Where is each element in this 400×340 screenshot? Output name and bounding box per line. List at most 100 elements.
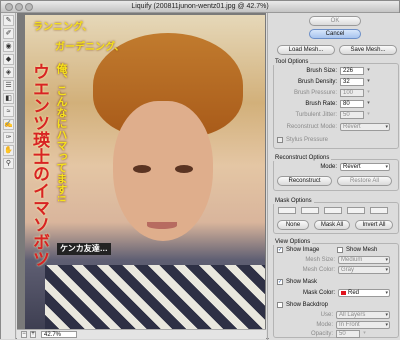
zoom-level-field[interactable]: 42.7% xyxy=(41,331,77,338)
reconstruct-mode-label: Reconstruct Mode: xyxy=(286,124,337,130)
reconstruct-mode-option-label: Mode: xyxy=(320,164,337,170)
reconstruct-icon[interactable]: ✐ xyxy=(3,28,14,39)
mask-color-label: Mask Color: xyxy=(302,290,335,296)
chevron-down-icon: ▾ xyxy=(385,124,388,130)
hand-icon[interactable]: ✋ xyxy=(3,145,14,156)
turbulence-icon[interactable]: ≈ xyxy=(3,106,14,117)
backdrop-mode-label: Mode: xyxy=(316,322,333,328)
invert-all-button[interactable]: Invert All xyxy=(355,220,393,230)
load-mesh-button[interactable]: Load Mesh... xyxy=(277,45,335,55)
tool-options-title: Tool Options xyxy=(273,59,311,65)
turbulent-jitter-arrow-icon[interactable]: ▾ xyxy=(365,111,372,119)
subtract-from-selection-icon[interactable] xyxy=(324,207,342,214)
reconstruct-button[interactable]: Reconstruct xyxy=(277,176,332,186)
chevron-down-icon: ▾ xyxy=(385,164,388,170)
backdrop-mode-value: In Front xyxy=(339,322,360,328)
opacity-arrow-icon[interactable]: ▾ xyxy=(361,330,368,338)
brush-rate-arrow-icon[interactable]: ▾ xyxy=(365,100,372,108)
cancel-button[interactable]: Cancel xyxy=(309,29,361,39)
opacity-field[interactable]: 50 xyxy=(336,330,360,338)
bloat-icon[interactable]: ◈ xyxy=(3,67,14,78)
backdrop-mode-select[interactable]: In Front ▾ xyxy=(336,321,390,329)
mirror-icon[interactable]: ◧ xyxy=(3,93,14,104)
zoom-bar: − + 42.7% xyxy=(17,329,266,339)
preview-canvas[interactable]: ランニング、 ガーデニング、 俺、こんなにハマってます!! ウエンツ瑛士のイマソ… xyxy=(17,13,266,329)
use-select[interactable]: All Layers ▾ xyxy=(336,311,390,319)
turbulent-jitter-field[interactable]: 50 xyxy=(340,111,364,119)
zoom-icon[interactable]: ⚲ xyxy=(3,158,14,169)
reconstruct-mode-value: Revert xyxy=(343,124,361,130)
chevron-down-icon: ▾ xyxy=(385,312,388,318)
face xyxy=(113,101,213,241)
thaw-mask-icon[interactable]: ✑ xyxy=(3,132,14,143)
invert-selection-icon[interactable] xyxy=(370,207,388,214)
brush-pressure-field[interactable]: 100 xyxy=(340,89,364,97)
mask-none-button[interactable]: None xyxy=(277,220,309,230)
forward-warp-icon[interactable]: ✎ xyxy=(3,15,14,26)
intersect-with-selection-icon[interactable] xyxy=(347,207,365,214)
save-mesh-button[interactable]: Save Mesh... xyxy=(339,45,397,55)
chevron-down-icon: ▾ xyxy=(385,267,388,273)
overlay-text-kenka: ケンカ友達… xyxy=(57,243,111,255)
brush-rate-label: Brush Rate: xyxy=(305,101,337,107)
show-mesh-checkbox[interactable] xyxy=(337,247,343,253)
reconstruct-option-mode-value: Revert xyxy=(343,164,361,170)
freeze-mask-icon[interactable]: ✍ xyxy=(3,119,14,130)
use-value: All Layers xyxy=(339,312,366,318)
mesh-size-value: Medium xyxy=(341,257,363,263)
close-window-icon[interactable] xyxy=(5,3,13,11)
zoom-out-button[interactable]: − xyxy=(21,331,27,338)
brush-rate-field[interactable]: 80 xyxy=(340,100,364,108)
replace-selection-icon[interactable] xyxy=(278,207,296,214)
brush-size-field[interactable]: 226 xyxy=(340,67,364,75)
restore-all-button[interactable]: Restore All xyxy=(337,176,392,186)
mesh-color-select[interactable]: Gray ▾ xyxy=(338,266,390,274)
brush-size-label: Brush Size: xyxy=(306,68,337,74)
zoom-in-button[interactable]: + xyxy=(30,331,36,338)
window-title: Liquify (200811junon-wentz01.jpg @ 42.7%… xyxy=(131,3,269,10)
overlay-text-running: ランニング、 xyxy=(33,22,93,33)
tools-palette: ✎ ✐ ◉ ◆ ◈ ☰ ◧ ≈ ✍ ✑ ✋ ⚲ xyxy=(1,13,16,339)
reconstruct-mode-select[interactable]: Revert ▾ xyxy=(340,123,390,131)
twirl-clockwise-icon[interactable]: ◉ xyxy=(3,41,14,52)
brush-density-arrow-icon[interactable]: ▾ xyxy=(365,78,372,86)
mesh-size-select[interactable]: Medium ▾ xyxy=(338,256,390,264)
mask-color-select[interactable]: Red ▾ xyxy=(338,289,390,297)
mask-all-button[interactable]: Mask All xyxy=(314,220,350,230)
panel-divider xyxy=(267,13,268,340)
options-panel: OK Cancel Load Mesh... Save Mesh... Tool… xyxy=(269,13,400,340)
overlay-text-gardening: ガーデニング、 xyxy=(55,42,125,53)
show-image-checkbox[interactable]: ✓ xyxy=(277,247,283,253)
title-bar: Liquify (200811junon-wentz01.jpg @ 42.7%… xyxy=(1,1,399,13)
overlay-text-hamatte: 俺、こんなにハマってます!! xyxy=(55,63,67,203)
mesh-color-value: Gray xyxy=(341,267,355,273)
liquify-window: Liquify (200811junon-wentz01.jpg @ 42.7%… xyxy=(0,0,400,340)
show-backdrop-checkbox[interactable] xyxy=(277,302,283,308)
show-mask-checkbox[interactable]: ✓ xyxy=(277,279,283,285)
reconstruct-option-mode-select[interactable]: Revert ▾ xyxy=(340,163,390,171)
mask-color-swatch xyxy=(341,291,346,295)
mesh-color-label: Mesh Color: xyxy=(302,267,335,273)
show-image-label: Show Image xyxy=(286,247,320,253)
reconstruct-options-title: Reconstruct Options xyxy=(273,155,332,161)
brush-size-arrow-icon[interactable]: ▾ xyxy=(365,67,372,75)
preview-image: ランニング、 ガーデニング、 俺、こんなにハマってます!! ウエンツ瑛士のイマソ… xyxy=(25,15,265,329)
pucker-icon[interactable]: ◆ xyxy=(3,54,14,65)
brush-density-label: Brush Density: xyxy=(297,79,337,85)
zoom-window-icon[interactable] xyxy=(25,3,33,11)
show-mask-label: Show Mask xyxy=(286,279,318,285)
ok-button[interactable]: OK xyxy=(309,16,361,26)
stylus-pressure-checkbox[interactable] xyxy=(277,137,283,143)
brush-pressure-label: Brush Pressure: xyxy=(293,90,337,96)
push-left-icon[interactable]: ☰ xyxy=(3,80,14,91)
chevron-down-icon: ▾ xyxy=(385,290,388,296)
brush-pressure-arrow-icon[interactable]: ▾ xyxy=(365,89,372,97)
minimize-window-icon[interactable] xyxy=(15,3,23,11)
mask-options-title: Mask Options xyxy=(273,198,314,204)
opacity-label: Opacity: xyxy=(310,331,333,337)
add-to-selection-icon[interactable] xyxy=(301,207,319,214)
argyle-shirt xyxy=(45,265,265,329)
view-options-title: View Options xyxy=(273,239,313,245)
brush-density-field[interactable]: 32 xyxy=(340,78,364,86)
mask-color-value: Red xyxy=(348,290,360,296)
